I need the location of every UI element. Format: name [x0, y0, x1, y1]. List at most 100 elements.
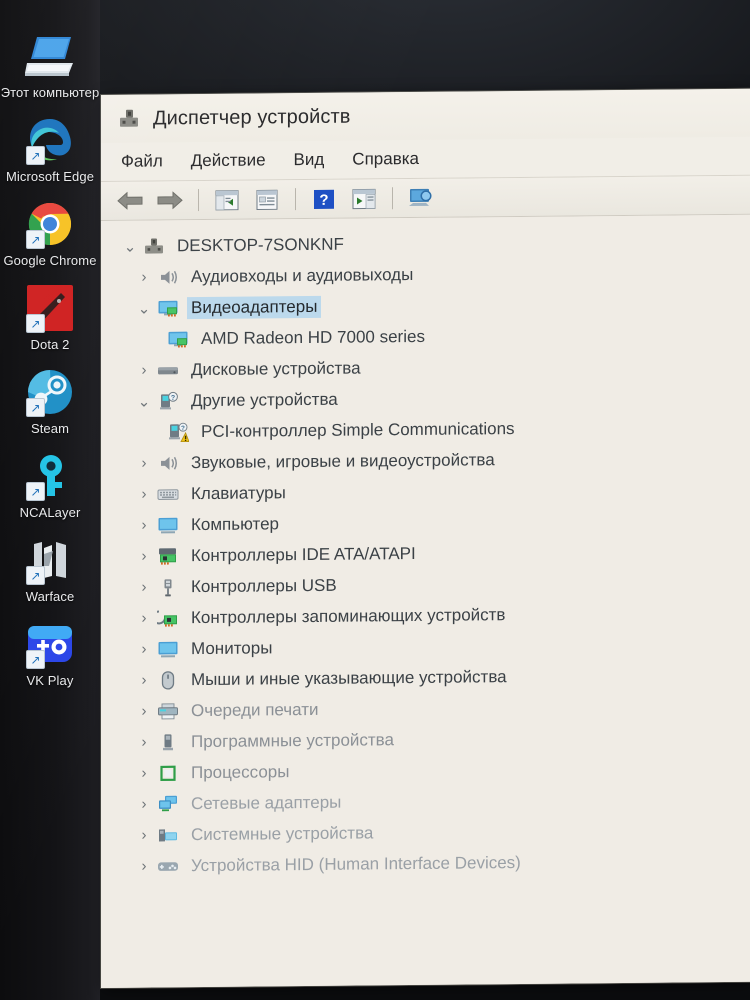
shortcut-overlay-icon: ↗	[26, 482, 45, 501]
update-driver-button[interactable]	[406, 185, 436, 211]
chevron-right-icon[interactable]: ›	[133, 454, 155, 472]
disk-drive-icon	[155, 362, 181, 378]
chevron-right-icon[interactable]: ›	[133, 609, 155, 627]
chevron-right-icon[interactable]: ›	[133, 671, 155, 689]
vk-play-icon: ↗	[24, 618, 76, 670]
chevron-right-icon[interactable]: ›	[133, 795, 155, 813]
menu-view[interactable]: Вид	[294, 150, 325, 170]
menu-bar: Файл Действие Вид Справка	[101, 136, 750, 182]
desktop-icon-ncalayer[interactable]: ↗ NCALayer	[0, 450, 100, 520]
tree-node-label: Процессоры	[191, 761, 290, 782]
tree-node-label: Мониторы	[191, 637, 273, 658]
properties-button[interactable]	[252, 186, 282, 212]
menu-action[interactable]: Действие	[191, 150, 266, 171]
chevron-right-icon[interactable]: ›	[133, 485, 155, 503]
printer-icon	[155, 702, 181, 720]
display-adapter-icon	[165, 329, 191, 349]
shortcut-overlay-icon: ↗	[26, 650, 45, 669]
speaker-icon	[155, 267, 181, 287]
help-button[interactable]: ?	[309, 186, 339, 212]
device-manager-icon	[117, 108, 141, 130]
chevron-right-icon[interactable]: ›	[133, 733, 155, 751]
monitor-icon	[155, 515, 181, 534]
separator-3	[392, 187, 393, 210]
tree-node-label: Программные устройства	[191, 729, 394, 751]
desktop-icon-label: Microsoft Edge	[5, 169, 95, 184]
menu-help[interactable]: Справка	[352, 149, 419, 170]
desktop-icon-steam[interactable]: ↗ Steam	[0, 366, 100, 436]
chevron-right-icon[interactable]: ›	[133, 547, 155, 565]
mouse-icon	[155, 670, 181, 690]
shortcut-overlay-icon: ↗	[26, 230, 45, 249]
ncalayer-icon: ↗	[24, 450, 76, 502]
hid-device-icon	[155, 858, 181, 874]
speaker-icon	[155, 453, 181, 473]
chevron-right-icon[interactable]: ›	[133, 361, 155, 379]
tree-node-label: Контроллеры IDE ATA/ATAPI	[191, 543, 416, 565]
window-title: Диспетчер устройств	[153, 105, 351, 130]
back-button[interactable]	[115, 188, 145, 214]
steam-icon: ↗	[24, 366, 76, 418]
usb-icon	[155, 577, 181, 597]
chevron-right-icon[interactable]: ›	[133, 857, 155, 875]
chevron-right-icon[interactable]: ›	[133, 826, 155, 844]
tree-node-label: Клавиатуры	[191, 482, 286, 503]
chevron-right-icon[interactable]: ›	[133, 764, 155, 782]
show-hide-console-tree-button[interactable]	[212, 187, 242, 213]
chevron-right-icon[interactable]: ›	[133, 578, 155, 596]
scan-hardware-changes-button[interactable]	[349, 185, 379, 211]
desktop-icon-label: Steam	[30, 421, 70, 436]
tree-node-label: AMD Radeon HD 7000 series	[201, 326, 425, 348]
desktop-icon-google-chrome[interactable]: ↗ Google Chrome	[0, 198, 100, 268]
separator-1	[198, 189, 199, 212]
desktop-icon-column: Этот компьютер ↗ Microsoft Edge ↗ Google…	[0, 30, 100, 702]
toolbar: ?	[101, 175, 750, 221]
chevron-down-icon[interactable]: ⌄	[133, 392, 155, 410]
chevron-right-icon[interactable]: ›	[133, 268, 155, 286]
monitor-icon	[155, 639, 181, 658]
software-device-icon	[155, 732, 181, 752]
chevron-right-icon[interactable]: ›	[133, 702, 155, 720]
desktop-icon-warface[interactable]: ↗ Warface	[0, 534, 100, 604]
tree-node-label: Видеоадаптеры	[187, 295, 322, 319]
display-adapter-icon	[155, 298, 181, 318]
tree-node-label: Звуковые, игровые и видеоустройства	[191, 449, 495, 472]
desktop-icon-label: NCALayer	[19, 505, 81, 520]
desktop-icon-label: Этот компьютер	[0, 85, 100, 100]
desktop-icon-this-pc[interactable]: Этот компьютер	[0, 30, 100, 100]
desktop-icon-vk-play[interactable]: ↗ VK Play	[0, 618, 100, 688]
keyboard-icon	[155, 486, 181, 502]
tree-node-label: Контроллеры USB	[191, 575, 337, 596]
menu-file[interactable]: Файл	[121, 151, 163, 171]
tree-node-label: Дисковые устройства	[191, 358, 361, 379]
google-chrome-icon: ↗	[24, 198, 76, 250]
svg-text:?: ?	[181, 425, 185, 432]
desktop-icon-microsoft-edge[interactable]: ↗ Microsoft Edge	[0, 114, 100, 184]
forward-button[interactable]	[155, 187, 185, 213]
dota2-icon: ↗	[24, 282, 76, 334]
tree-node-label: Очереди печати	[191, 699, 319, 720]
desktop-icon-dota-2[interactable]: ↗ Dota 2	[0, 282, 100, 352]
chevron-down-icon[interactable]: ⌄	[119, 237, 141, 255]
microsoft-edge-icon: ↗	[24, 114, 76, 166]
storage-controller-icon	[155, 608, 181, 627]
tree-node-label: Контроллеры запоминающих устройств	[191, 604, 506, 627]
chevron-right-icon[interactable]: ›	[133, 640, 155, 658]
network-adapter-icon	[155, 794, 181, 813]
svg-text:?: ?	[319, 191, 328, 208]
tree-node-label: Сетевые адаптеры	[191, 792, 342, 813]
desktop-icon-label: Dota 2	[30, 337, 70, 352]
chevron-down-icon[interactable]: ⌄	[133, 299, 155, 317]
chevron-right-icon[interactable]: ›	[133, 516, 155, 534]
tree-node-label: Мыши и иные указывающие устройства	[191, 666, 507, 689]
processor-icon	[155, 763, 181, 783]
computer-node-icon	[141, 236, 167, 256]
shortcut-overlay-icon: ↗	[26, 398, 45, 417]
shortcut-overlay-icon: ↗	[26, 314, 45, 333]
desktop-icon-label: Google Chrome	[3, 253, 97, 268]
tree-node-label: Устройства HID (Human Interface Devices)	[191, 852, 521, 875]
svg-text:?: ?	[171, 394, 175, 401]
device-tree: ⌄ DESKTOP-7SONKNF › Аудиовходы и аудиовы…	[101, 214, 750, 989]
tree-node-hid-devices[interactable]: › Устройства HID (Human Interface Device…	[119, 845, 750, 882]
separator-2	[295, 188, 296, 211]
